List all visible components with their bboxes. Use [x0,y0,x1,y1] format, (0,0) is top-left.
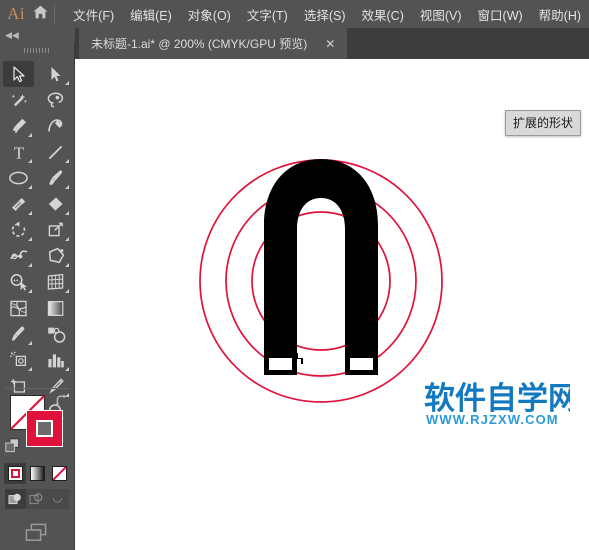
shaper-tool[interactable] [3,191,34,217]
flyout-indicator-icon [28,159,32,163]
eraser-tool[interactable] [40,191,71,217]
flyout-indicator-icon [28,289,32,293]
gradient-fill-button[interactable] [26,463,48,484]
fill-swatch[interactable] [26,410,63,447]
magnet-shape [264,159,378,375]
flyout-indicator-icon [28,211,32,215]
shape-label-tooltip: 扩展的形状 [505,110,582,136]
draw-mode-row [5,489,69,509]
document-tab-bar: ◀◀ 未标题-1.ai* @ 200% (CMYK/GPU 预览) ✕ [0,28,589,59]
free-transform-tool[interactable] [40,243,71,269]
menu-item-edit[interactable]: 编辑(E) [122,2,180,27]
artboard-canvas[interactable]: 软件自学网 WWW.RJZXW.COM 扩展的形状 [75,59,589,550]
perspective-grid-tool[interactable] [40,269,71,295]
rotate-tool[interactable] [3,217,34,243]
mesh-tool[interactable] [3,295,34,321]
none-fill-button[interactable] [48,463,70,484]
flyout-indicator-icon [28,133,32,137]
document-tab-title: 未标题-1.ai* @ 200% (CMYK/GPU 预览) [91,37,308,51]
selection-tool[interactable] [3,61,34,87]
toolbar-divider [5,388,69,389]
direct-selection-tool[interactable] [40,61,71,87]
curvature-tool[interactable] [40,113,71,139]
flyout-indicator-icon [28,237,32,241]
ring-middle [225,185,417,377]
flyout-indicator-icon [28,185,32,189]
menu-bar: Ai 文件(F) 编辑(E) 对象(O) 文字(T) 选择(S) 效果(C) 视… [0,0,589,28]
tools-panel: T [0,59,75,550]
menu-item-select[interactable]: 选择(S) [296,2,354,27]
document-tab[interactable]: 未标题-1.ai* @ 200% (CMYK/GPU 预览) ✕ [79,28,348,59]
eyedropper-tool[interactable] [3,321,34,347]
svg-text:T: T [13,144,24,161]
home-button[interactable] [28,4,52,25]
gradient-fill-icon [29,466,45,481]
type-tool[interactable]: T [3,139,34,165]
close-icon[interactable]: ✕ [325,38,335,50]
menu-item-view[interactable]: 视图(V) [412,2,470,27]
menu-item-help[interactable]: 帮助(H) [531,2,589,27]
scale-tool[interactable] [40,217,71,243]
illustrator-window: Ai 文件(F) 编辑(E) 对象(O) 文字(T) 选择(S) 效果(C) 视… [0,0,589,550]
default-fill-stroke-icon[interactable] [5,438,22,453]
tool-grid: T [0,61,74,425]
paintbrush-tool[interactable] [40,165,71,191]
shape-builder-tool[interactable] [3,269,34,295]
flyout-indicator-icon [65,81,69,85]
flyout-indicator-icon [65,185,69,189]
width-tool[interactable] [3,243,34,269]
color-fill-button[interactable] [4,463,26,484]
color-fill-icon [7,466,23,481]
line-segment-tool[interactable] [40,139,71,165]
flyout-indicator-icon [65,263,69,267]
app-logo: Ai [7,4,26,23]
none-fill-icon [51,466,67,481]
flyout-indicator-icon [65,211,69,215]
flyout-indicator-icon [28,341,32,345]
color-controls [0,393,74,457]
pen-tool[interactable] [3,113,34,139]
draw-normal-button[interactable] [5,489,27,509]
change-screen-mode-button[interactable] [0,519,74,547]
flyout-indicator-icon [65,159,69,163]
gradient-tool[interactable] [40,295,71,321]
ellipse-tool[interactable] [3,165,34,191]
home-icon [32,4,49,25]
menu-item-object[interactable]: 对象(O) [180,2,239,27]
menu-item-effect[interactable]: 效果(C) [354,2,412,27]
menu-item-file[interactable]: 文件(F) [65,2,122,27]
menu-item-type[interactable]: 文字(T) [239,2,296,27]
blend-tool[interactable] [40,321,71,347]
draw-inside-button[interactable] [48,489,69,509]
lasso-tool[interactable] [40,87,71,113]
fill-type-row [4,463,70,484]
flyout-indicator-icon [28,263,32,267]
magic-wand-tool[interactable] [3,87,34,113]
flyout-indicator-icon [28,367,32,371]
flyout-indicator-icon [65,367,69,371]
collapse-panel-button[interactable]: ◀◀ [0,28,75,42]
draw-behind-button[interactable] [26,489,47,509]
menu-item-window[interactable]: 窗口(W) [470,2,531,27]
menu-item-list: 文件(F) 编辑(E) 对象(O) 文字(T) 选择(S) 效果(C) 视图(V… [65,2,589,27]
column-graph-tool[interactable] [40,347,71,373]
flyout-indicator-icon [65,237,69,241]
menu-divider [54,5,56,23]
flyout-indicator-icon [65,289,69,293]
toolbar-drag-grip[interactable] [0,42,75,59]
symbol-sprayer-tool[interactable] [3,347,34,373]
